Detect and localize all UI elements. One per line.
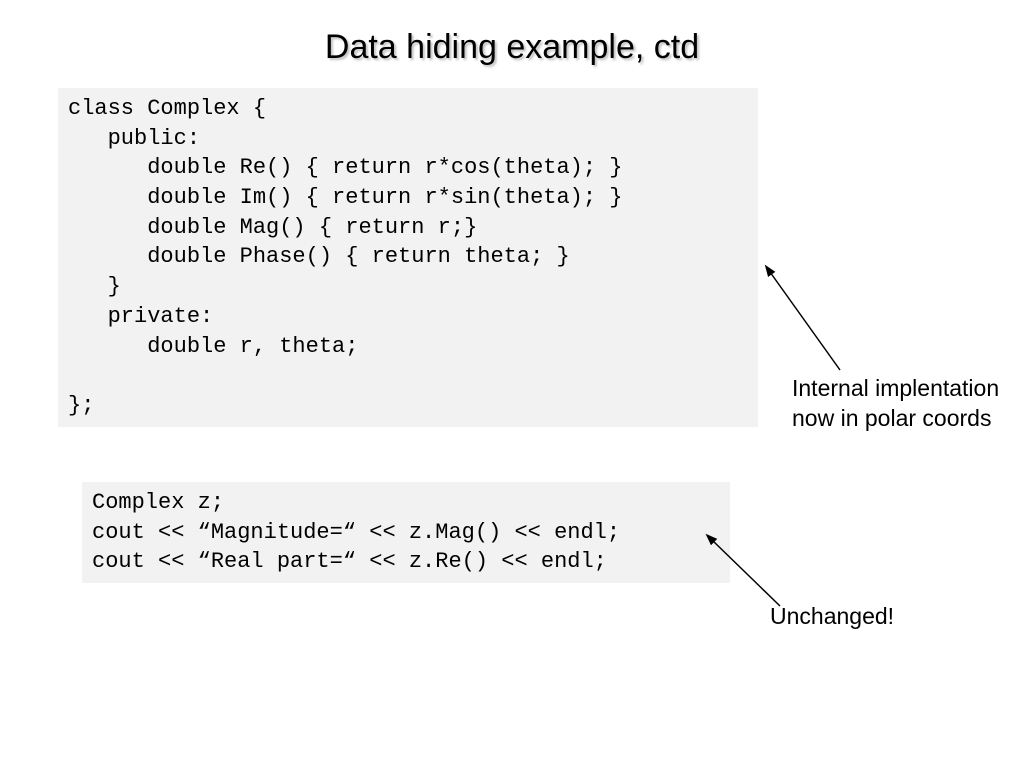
annotation-unchanged: Unchanged!	[770, 602, 894, 632]
arrow-icon	[750, 260, 870, 390]
annotation-polar-coords: Internal implentation now in polar coord…	[792, 374, 1022, 434]
code-block-usage: Complex z; cout << “Magnitude=“ << z.Mag…	[82, 482, 730, 583]
slide-title: Data hiding example, ctd	[0, 28, 1024, 67]
annotation-text-line1: Internal implentation	[792, 375, 999, 401]
code-block-class-definition: class Complex { public: double Re() { re…	[58, 88, 758, 427]
annotation-text-line2: now in polar coords	[792, 405, 991, 431]
